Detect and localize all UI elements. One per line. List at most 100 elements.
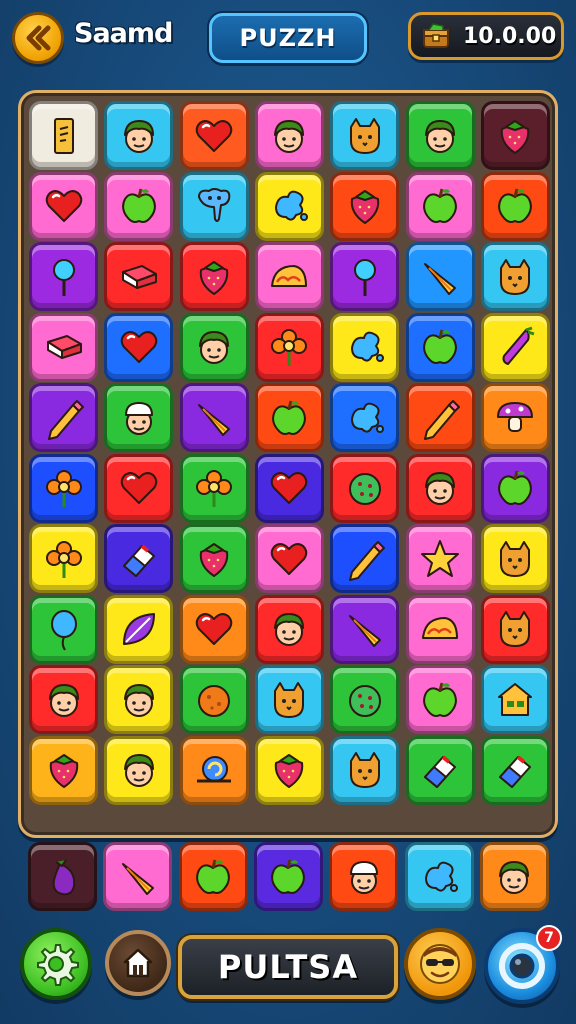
balloon-icon xyxy=(50,610,77,651)
board-tile[interactable] xyxy=(104,171,174,241)
score-value: 10.0.00 xyxy=(463,23,557,49)
notification-badge: 7 xyxy=(536,925,562,951)
board-tile[interactable] xyxy=(104,665,174,734)
melon-icon xyxy=(348,473,381,505)
tray-tile[interactable] xyxy=(253,842,323,911)
board-tile[interactable] xyxy=(254,171,324,241)
board-tile[interactable] xyxy=(29,453,98,523)
board-tile[interactable] xyxy=(29,171,98,241)
board-tile[interactable] xyxy=(330,242,400,311)
board-tile[interactable] xyxy=(104,453,174,523)
board-tile[interactable] xyxy=(405,665,475,734)
board-tile[interactable] xyxy=(179,171,249,241)
board-tile[interactable] xyxy=(405,171,475,241)
board-tile[interactable] xyxy=(405,101,475,170)
board-tile[interactable] xyxy=(330,383,400,452)
board-tile[interactable] xyxy=(254,101,324,170)
board-tile[interactable] xyxy=(405,242,475,311)
boy-face-icon xyxy=(499,860,530,894)
board-tile[interactable] xyxy=(330,594,400,664)
board-tile[interactable] xyxy=(330,524,400,593)
board-tile[interactable] xyxy=(405,524,475,593)
board-tile[interactable] xyxy=(29,242,98,311)
board-tile[interactable] xyxy=(405,312,475,382)
board-tile[interactable] xyxy=(179,312,249,382)
avatar-button[interactable] xyxy=(404,928,476,1000)
pultsa-button[interactable]: PULTSA xyxy=(178,935,398,999)
game-title-text: PUZZH xyxy=(239,24,337,52)
boy-face-icon xyxy=(123,119,154,153)
board-tile[interactable] xyxy=(480,242,550,311)
board-tile[interactable] xyxy=(254,312,324,382)
tray-tile[interactable] xyxy=(479,842,549,911)
back-button[interactable] xyxy=(12,12,64,64)
board-tile[interactable] xyxy=(480,665,550,734)
tray-tile[interactable] xyxy=(103,842,173,911)
cat-face-icon xyxy=(500,258,531,295)
board-tile[interactable] xyxy=(179,242,249,311)
splash-icon xyxy=(275,190,309,221)
board-tile[interactable] xyxy=(330,101,400,170)
board-tile[interactable] xyxy=(405,735,475,805)
board-tile[interactable] xyxy=(480,735,550,805)
board-tile[interactable] xyxy=(480,101,550,170)
board-tile[interactable] xyxy=(179,524,249,593)
board-tile[interactable] xyxy=(29,735,98,805)
board-tile[interactable] xyxy=(330,735,400,805)
board-tile[interactable] xyxy=(104,524,174,593)
board-tile[interactable] xyxy=(254,383,324,452)
board-tile[interactable] xyxy=(254,453,324,523)
board-tile[interactable] xyxy=(29,594,98,664)
board-tile[interactable] xyxy=(254,524,324,593)
board-tile[interactable] xyxy=(179,383,249,452)
board-tile[interactable] xyxy=(330,665,400,734)
tray-tile[interactable] xyxy=(178,842,248,911)
board-tile[interactable] xyxy=(104,735,174,805)
board-tile[interactable] xyxy=(480,524,550,593)
board-tile[interactable] xyxy=(405,453,475,523)
splash-icon xyxy=(350,331,384,362)
tray-tile[interactable] xyxy=(28,842,97,911)
board-tile[interactable] xyxy=(29,665,98,734)
board-tile[interactable] xyxy=(104,383,174,452)
board-tile[interactable] xyxy=(104,594,174,664)
board-tile[interactable] xyxy=(179,594,249,664)
board-tile[interactable] xyxy=(254,242,324,311)
board-tile[interactable] xyxy=(480,594,550,664)
board-tile[interactable] xyxy=(254,665,324,734)
settings-button[interactable] xyxy=(20,928,92,1000)
eraser-icon xyxy=(499,755,532,788)
board-tile[interactable] xyxy=(179,735,249,805)
board-tile[interactable] xyxy=(29,524,98,593)
board-tile[interactable] xyxy=(480,312,550,382)
board-tile[interactable] xyxy=(330,453,400,523)
flower-icon xyxy=(45,470,82,507)
board-tile[interactable] xyxy=(480,171,550,241)
board-tile[interactable] xyxy=(254,735,324,805)
board-tile[interactable] xyxy=(29,312,98,382)
splash-icon xyxy=(350,402,384,433)
tray-tile[interactable] xyxy=(329,842,399,911)
board-tile[interactable] xyxy=(330,312,400,382)
strawberry-icon xyxy=(350,190,379,224)
note-card-icon xyxy=(53,117,74,154)
board-tile[interactable] xyxy=(29,101,98,170)
board-tile[interactable] xyxy=(330,171,400,241)
board-tile[interactable] xyxy=(104,242,174,311)
board-tile[interactable] xyxy=(179,453,249,523)
board-tile[interactable] xyxy=(480,453,550,523)
cat-face-icon xyxy=(349,752,380,788)
board-tile[interactable] xyxy=(179,101,249,170)
board-tile[interactable] xyxy=(104,101,174,170)
board-tile[interactable] xyxy=(405,383,475,452)
board-tile[interactable] xyxy=(405,594,475,664)
board-tile[interactable] xyxy=(179,665,249,734)
star-icon xyxy=(421,539,459,577)
board-tile[interactable] xyxy=(480,383,550,452)
party-horn-icon xyxy=(121,862,154,895)
home-button[interactable] xyxy=(105,930,171,996)
board-tile[interactable] xyxy=(29,383,98,452)
board-tile[interactable] xyxy=(104,312,174,382)
board-tile[interactable] xyxy=(254,594,324,664)
tray-tile[interactable] xyxy=(404,842,474,911)
